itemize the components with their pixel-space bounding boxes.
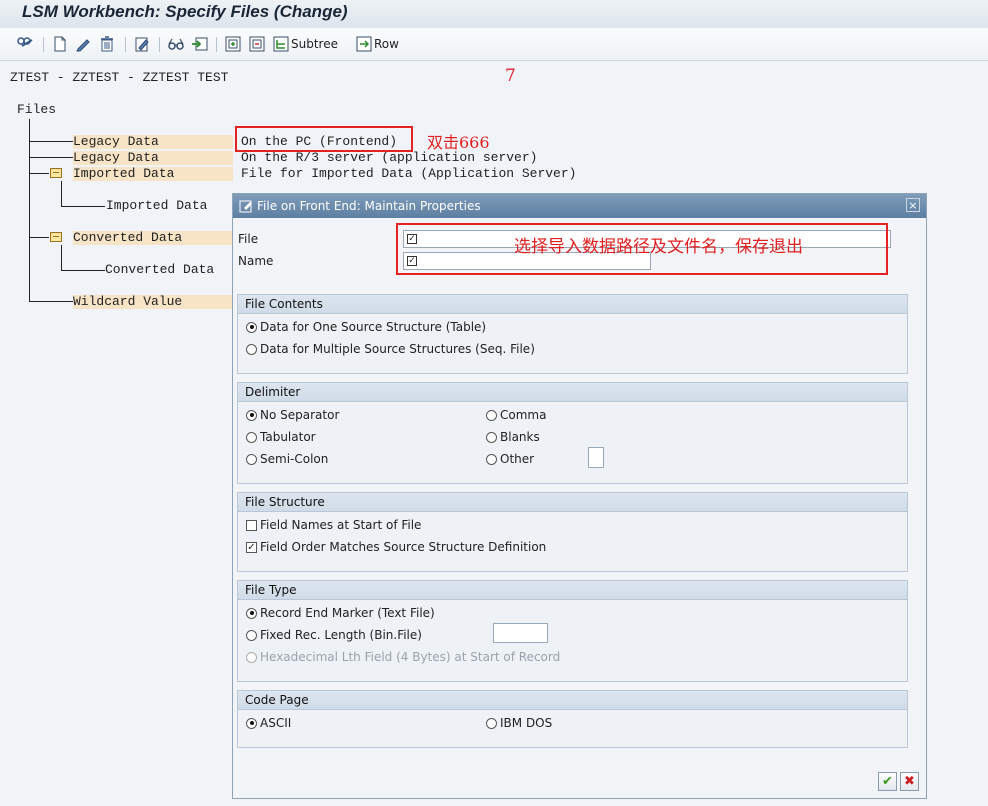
tree-value-legacy-server[interactable]: On the R/3 server (application server) [241, 150, 537, 165]
annotation-number: 7 [505, 66, 516, 86]
collapse-icon[interactable] [249, 35, 265, 53]
radio-comma[interactable]: Comma [486, 408, 546, 422]
delete-icon[interactable] [99, 35, 115, 53]
subtree-label: Subtree [291, 37, 338, 51]
delimiter-title: Delimiter [238, 383, 907, 402]
tree-root-files[interactable]: Files [17, 102, 56, 117]
create-icon[interactable] [53, 35, 67, 53]
radio-hex-length: Hexadecimal Lth Field (4 Bytes) at Start… [246, 650, 560, 664]
other-object-icon[interactable] [16, 35, 36, 53]
tree-connector [29, 237, 49, 238]
tree-node-converted-child[interactable]: Converted Data [105, 262, 214, 277]
tree-connector [61, 206, 105, 207]
tree-connector [29, 141, 73, 142]
tree-connector [29, 119, 30, 302]
annotation-double-click: 双击666 [427, 133, 490, 152]
dialog-title: File on Front End: Maintain Properties [257, 199, 481, 213]
row-icon [356, 36, 372, 52]
annotation-instruction: 选择导入数据路径及文件名，保存退出 [514, 237, 803, 257]
radio-one-source[interactable]: Data for One Source Structure (Table) [246, 320, 486, 334]
radio-button[interactable] [246, 321, 257, 333]
code-page-group: Code Page ASCII IBM DOS [237, 690, 908, 748]
tree-node-converted[interactable]: Converted Data [73, 230, 182, 245]
radio-button[interactable] [246, 431, 257, 443]
file-type-title: File Type [238, 581, 907, 600]
checkbox[interactable] [246, 519, 257, 531]
change-icon[interactable] [134, 35, 150, 53]
radio-ascii[interactable]: ASCII [246, 716, 291, 730]
radio-button[interactable] [246, 453, 257, 465]
application-toolbar: Subtree Row [0, 28, 988, 61]
subtree-button[interactable]: Subtree [273, 35, 338, 53]
radio-fixed-length[interactable]: Fixed Rec. Length (Bin.File) [246, 628, 422, 642]
tree-node-wildcard[interactable]: Wildcard Value [73, 294, 182, 309]
radio-ibm-dos[interactable]: IBM DOS [486, 716, 552, 730]
window-title: LSM Workbench: Specify Files (Change) [22, 2, 348, 21]
file-properties-dialog: File on Front End: Maintain Properties ×… [232, 193, 927, 799]
checkbox-field-names[interactable]: Field Names at Start of File [246, 518, 421, 532]
file-label: File [238, 232, 259, 246]
file-structure-title: File Structure [238, 493, 907, 512]
edit-icon[interactable] [75, 35, 91, 53]
tree-connector [29, 157, 73, 158]
expand-icon[interactable] [225, 35, 241, 53]
radio-button [246, 651, 257, 663]
file-structure-group: File Structure Field Names at Start of F… [237, 492, 908, 572]
delimiter-group: Delimiter No Separator Tabulator Semi-Co… [237, 382, 908, 484]
folder-icon[interactable] [50, 168, 62, 178]
radio-button[interactable] [246, 409, 257, 421]
code-page-title: Code Page [238, 691, 907, 710]
radio-button[interactable] [486, 431, 497, 443]
tree-connector [29, 301, 73, 302]
row-label: Row [374, 37, 399, 51]
window-title-bar: LSM Workbench: Specify Files (Change) [0, 0, 988, 28]
tree-node-imported-child[interactable]: Imported Data [106, 198, 207, 213]
ok-button[interactable]: ✔ [878, 772, 897, 791]
radio-button[interactable] [486, 409, 497, 421]
tree-node-legacy-pc[interactable]: Legacy Data [73, 134, 159, 149]
radio-button[interactable] [246, 629, 257, 641]
radio-blanks[interactable]: Blanks [486, 430, 540, 444]
radio-tabulator[interactable]: Tabulator [246, 430, 316, 444]
dialog-title-bar: File on Front End: Maintain Properties × [233, 194, 926, 218]
dialog-edit-icon [239, 200, 252, 213]
tree-value-imported[interactable]: File for Imported Data (Application Serv… [241, 166, 576, 181]
radio-button[interactable] [486, 453, 497, 465]
file-type-group: File Type Record End Marker (Text File) … [237, 580, 908, 682]
radio-button[interactable] [246, 717, 257, 729]
fixed-length-input[interactable] [493, 623, 548, 643]
radio-button[interactable] [246, 607, 257, 619]
tree-node-legacy-server[interactable]: Legacy Data [73, 150, 159, 165]
cancel-button[interactable]: ✖ [900, 772, 919, 791]
file-contents-title: File Contents [238, 295, 907, 314]
tree-connector [61, 181, 62, 207]
object-header: ZTEST - ZZTEST - ZZTEST TEST [10, 70, 229, 85]
radio-other[interactable]: Other [486, 452, 534, 466]
other-delimiter-input[interactable] [588, 447, 604, 468]
name-label: Name [238, 254, 274, 268]
subtree-icon [273, 36, 289, 52]
row-button[interactable]: Row [356, 35, 399, 53]
tree-connector [61, 245, 62, 271]
glasses-icon[interactable] [167, 35, 185, 53]
radio-button[interactable] [486, 717, 497, 729]
transfer-icon[interactable] [191, 35, 209, 53]
tree-connector [29, 173, 49, 174]
tree-connector [61, 270, 105, 271]
close-icon[interactable]: × [906, 198, 920, 212]
radio-button[interactable] [246, 343, 257, 355]
radio-semicolon[interactable]: Semi-Colon [246, 452, 328, 466]
file-contents-group: File Contents Data for One Source Struct… [237, 294, 908, 374]
radio-multiple-sources[interactable]: Data for Multiple Source Structures (Seq… [246, 342, 535, 356]
folder-icon[interactable] [50, 232, 62, 242]
annotation-highlight-box [235, 126, 413, 152]
radio-record-end[interactable]: Record End Marker (Text File) [246, 606, 435, 620]
tree-node-imported[interactable]: Imported Data [73, 166, 174, 181]
radio-no-separator[interactable]: No Separator [246, 408, 339, 422]
checkbox-field-order[interactable]: ✓ Field Order Matches Source Structure D… [246, 540, 546, 554]
checkbox[interactable]: ✓ [246, 541, 257, 553]
